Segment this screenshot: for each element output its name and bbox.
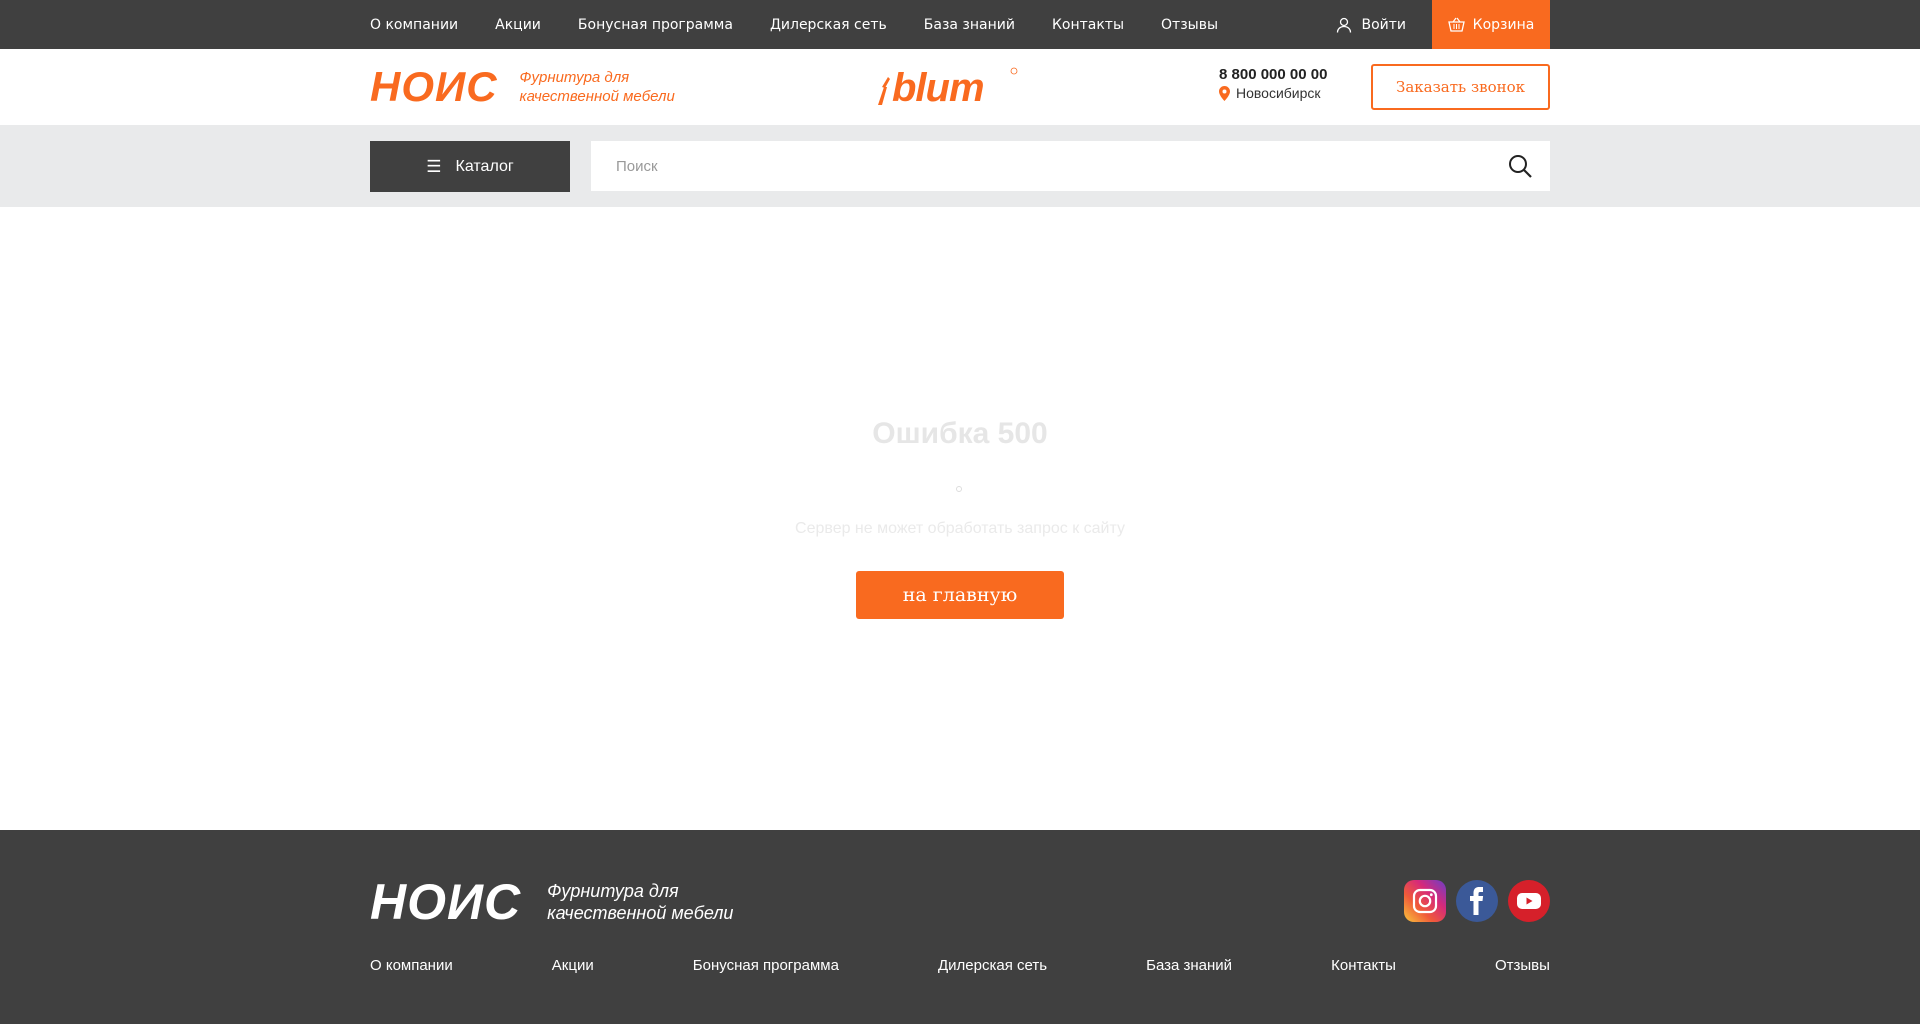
topnav-item-contacts[interactable]: Контакты	[1052, 17, 1124, 33]
error-title: Ошибка 500	[872, 417, 1048, 450]
footer-logo-wordmark: НОИС	[370, 874, 522, 930]
footer-nav-about[interactable]: О компании	[370, 957, 453, 974]
catalog-label: Каталог	[455, 157, 514, 175]
location-pin-icon	[1219, 85, 1230, 101]
cart-button[interactable]: Корзина	[1432, 0, 1550, 49]
search-box	[591, 141, 1550, 191]
search-icon	[1509, 155, 1532, 178]
phone-number[interactable]: 8 800 000 00 00	[1219, 66, 1327, 83]
footer-nav-knowledge[interactable]: База знаний	[1146, 957, 1232, 974]
search-band: ☰ Каталог	[0, 125, 1920, 207]
topnav-item-bonus[interactable]: Бонусная программа	[578, 17, 733, 33]
facebook-icon[interactable]	[1456, 880, 1498, 922]
login-label: Войти	[1361, 16, 1406, 33]
topnav-item-knowledge[interactable]: База знаний	[924, 17, 1015, 33]
footer-logo[interactable]: НОИС Фурнитура для качественной мебели	[370, 874, 733, 930]
search-button[interactable]	[1490, 141, 1550, 191]
instagram-icon[interactable]	[1404, 880, 1446, 922]
user-icon	[1337, 17, 1352, 33]
header: НОИС Фурнитура для качественной мебели b…	[0, 49, 1920, 125]
home-button[interactable]: на главную	[856, 571, 1064, 619]
footer-nav-reviews[interactable]: Отзывы	[1495, 957, 1550, 974]
search-input[interactable]	[591, 141, 1490, 191]
callback-button[interactable]: Заказать звонок	[1371, 64, 1550, 110]
blum-logo[interactable]: blum	[874, 65, 1020, 111]
footer-nav-contacts[interactable]: Контакты	[1331, 957, 1396, 974]
youtube-icon[interactable]	[1508, 880, 1550, 922]
logo-wordmark: НОИС	[370, 63, 498, 110]
city-name: Новосибирск	[1236, 85, 1321, 101]
contact-block: 8 800 000 00 00 Новосибирск	[1219, 66, 1327, 101]
error-section: Ошибка 500 Сервер не может обработать за…	[0, 207, 1920, 830]
topnav-item-dealers[interactable]: Дилерская сеть	[770, 17, 887, 33]
error-message: Сервер не может обработать запрос к сайт…	[795, 520, 1125, 537]
login-link[interactable]: Войти	[1336, 17, 1406, 33]
brand-name: blum	[892, 66, 984, 107]
footer-nav-dealers[interactable]: Дилерская сеть	[938, 957, 1047, 974]
decorative-dot	[956, 486, 962, 492]
cart-label: Корзина	[1472, 16, 1535, 33]
footer-tagline-line2: качественной мебели	[547, 903, 734, 923]
footer-nav-promotions[interactable]: Акции	[552, 957, 594, 974]
topnav-item-reviews[interactable]: Отзывы	[1161, 17, 1218, 33]
logo-tagline: Фурнитура для качественной мебели	[520, 68, 675, 106]
top-bar: О компании Акции Бонусная программа Диле…	[0, 0, 1920, 49]
account-area: Войти Корзина	[1336, 0, 1550, 49]
footer-nav-bonus[interactable]: Бонусная программа	[693, 957, 839, 974]
basket-icon	[1447, 17, 1465, 32]
menu-icon: ☰	[426, 156, 442, 176]
footer-tagline-line1: Фурнитура для	[547, 881, 679, 901]
catalog-button[interactable]: ☰ Каталог	[370, 141, 570, 192]
topnav-item-promotions[interactable]: Акции	[495, 17, 541, 33]
footer-logo-tagline: Фурнитура для качественной мебели	[547, 880, 733, 924]
logo-tagline-line1: Фурнитура для	[519, 69, 630, 86]
site-logo[interactable]: НОИС Фурнитура для качественной мебели	[370, 63, 675, 110]
footer-nav: О компании Акции Бонусная программа Диле…	[370, 957, 1550, 974]
social-links	[1394, 880, 1550, 922]
footer: НОИС Фурнитура для качественной мебели О…	[0, 830, 1920, 1024]
topnav-item-about[interactable]: О компании	[370, 17, 458, 33]
city-selector[interactable]: Новосибирск	[1219, 85, 1327, 101]
logo-tagline-line2: качественной мебели	[519, 88, 675, 105]
